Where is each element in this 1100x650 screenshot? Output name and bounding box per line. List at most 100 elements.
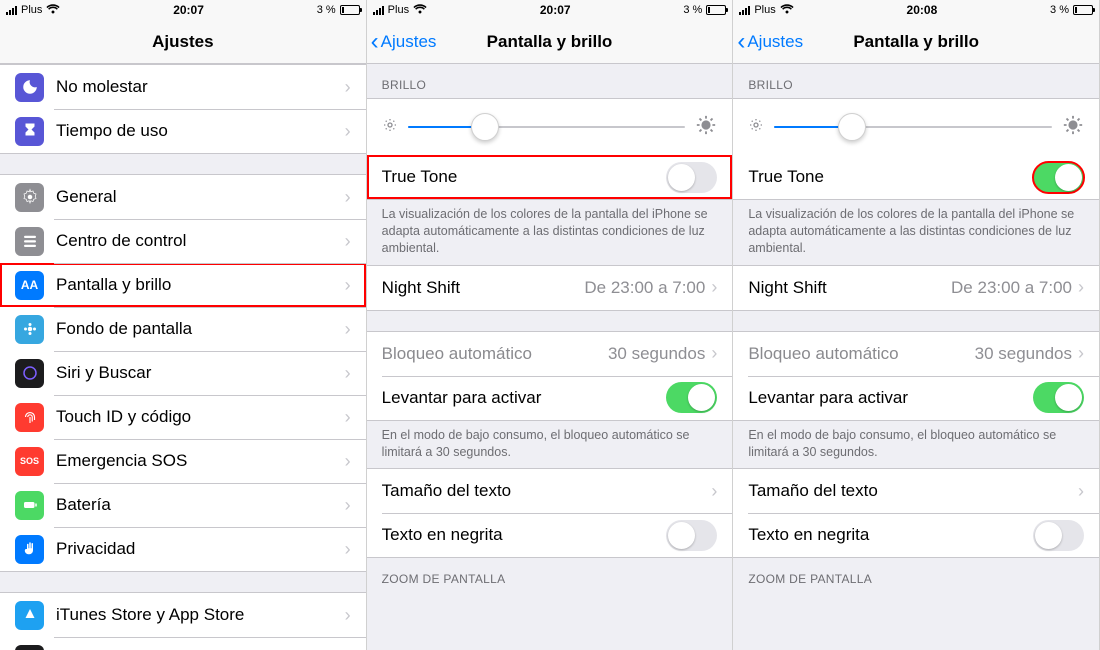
row-sos[interactable]: SOS Emergencia SOS › [0,439,366,483]
sun-small-icon [382,117,398,138]
siri-icon [15,359,44,388]
lowpower-footer: En el modo de bajo consumo, el bloqueo a… [733,421,1099,469]
section-header-zoom: ZOOM DE PANTALLA [367,558,733,592]
pane-display-off: Plus 20:07 3 % ‹ Ajustes Pantalla y bril… [367,0,734,650]
row-value: 30 segundos [975,344,1072,364]
battery-icon [340,5,360,15]
status-bar: Plus 20:07 3 % [0,0,366,20]
status-bar: Plus 20:07 3 % [367,0,733,20]
row-textsize[interactable]: Tamaño del texto › [367,469,733,513]
row-label: Touch ID y código [56,407,345,427]
chevron-right-icon: › [1078,481,1084,502]
signal-icon [373,6,384,15]
truetone-toggle[interactable] [666,162,717,193]
row-label: Tiempo de uso [56,121,345,141]
carrier: Plus [754,4,775,16]
bold-toggle[interactable] [1033,520,1084,551]
text-size-icon: AA [15,271,44,300]
row-label: Texto en negrita [748,525,1033,545]
row-privacy[interactable]: Privacidad › [0,527,366,571]
row-textsize[interactable]: Tamaño del texto › [733,469,1099,513]
chevron-right-icon: › [345,407,351,428]
section-header-zoom: ZOOM DE PANTALLA [733,558,1099,592]
row-autolock[interactable]: Bloqueo automático 30 segundos › [733,332,1099,376]
row-raise-to-wake[interactable]: Levantar para activar [367,376,733,420]
row-screentime[interactable]: Tiempo de uso › [0,109,366,153]
row-touchid[interactable]: Touch ID y código › [0,395,366,439]
chevron-right-icon: › [345,187,351,208]
wallet-icon [15,645,44,650]
fingerprint-icon [15,403,44,432]
section-header-brillo: BRILLO [733,64,1099,98]
row-wallpaper[interactable]: Fondo de pantalla › [0,307,366,351]
row-label: Night Shift [748,278,951,298]
row-label: True Tone [748,167,1033,187]
gear-icon [15,183,44,212]
row-label: Bloqueo automático [748,344,974,364]
carrier: Plus [21,4,42,16]
battery-pct: 3 % [317,4,336,16]
row-nightshift[interactable]: Night Shift De 23:00 a 7:00 › [733,266,1099,310]
row-nightshift[interactable]: Night Shift De 23:00 a 7:00 › [367,266,733,310]
wifi-icon [780,3,794,17]
back-label: Ajustes [747,32,803,52]
chevron-right-icon: › [345,319,351,340]
clock: 20:07 [173,3,204,17]
sun-large-icon [695,114,717,141]
battery-pct: 3 % [1050,4,1069,16]
row-raise-to-wake[interactable]: Levantar para activar [733,376,1099,420]
sos-icon: SOS [15,447,44,476]
row-wallet[interactable]: Wallet y Apple Pay › [0,637,366,650]
raise-toggle[interactable] [1033,382,1084,413]
row-control-center[interactable]: Centro de control › [0,219,366,263]
hand-icon [15,535,44,564]
row-label: Siri y Buscar [56,363,345,383]
row-label: Levantar para activar [748,388,1033,408]
page-title: Ajustes [0,32,366,52]
bold-toggle[interactable] [666,520,717,551]
row-label: Pantalla y brillo [56,275,345,295]
back-button[interactable]: ‹ Ajustes [367,30,437,54]
truetone-toggle[interactable] [1033,162,1084,193]
brightness-slider[interactable] [774,126,1052,128]
row-itunes[interactable]: iTunes Store y App Store › [0,593,366,637]
flower-icon [15,315,44,344]
brightness-slider-row [367,99,733,155]
row-battery[interactable]: Batería › [0,483,366,527]
chevron-right-icon: › [1078,343,1084,364]
row-label: Texto en negrita [382,525,667,545]
row-truetone[interactable]: True Tone [367,155,733,199]
row-value: De 23:00 a 7:00 [951,278,1072,298]
pane-display-on: Plus 20:08 3 % ‹ Ajustes Pantalla y bril… [733,0,1100,650]
row-label: Bloqueo automático [382,344,608,364]
row-label: General [56,187,345,207]
brightness-slider[interactable] [408,126,686,128]
wifi-icon [46,3,60,17]
sun-large-icon [1062,114,1084,141]
row-label: Night Shift [382,278,585,298]
back-label: Ajustes [381,32,437,52]
row-label: Tamaño del texto [748,481,1078,501]
back-button[interactable]: ‹ Ajustes [733,30,803,54]
row-boldtext[interactable]: Texto en negrita [733,513,1099,557]
nav-bar: Ajustes [0,20,366,64]
row-label: Batería [56,495,345,515]
sun-small-icon [748,117,764,138]
row-boldtext[interactable]: Texto en negrita [367,513,733,557]
row-display-brightness[interactable]: AA Pantalla y brillo › [0,263,366,307]
truetone-footer: La visualización de los colores de la pa… [367,200,733,265]
row-do-not-disturb[interactable]: No molestar › [0,65,366,109]
nav-bar: ‹ Ajustes Pantalla y brillo [733,20,1099,64]
moon-icon [15,73,44,102]
row-truetone[interactable]: True Tone [733,155,1099,199]
raise-toggle[interactable] [666,382,717,413]
row-siri[interactable]: Siri y Buscar › [0,351,366,395]
chevron-right-icon: › [345,231,351,252]
section-header-brillo: BRILLO [367,64,733,98]
carrier: Plus [388,4,409,16]
chevron-right-icon: › [345,605,351,626]
row-autolock[interactable]: Bloqueo automático 30 segundos › [367,332,733,376]
row-general[interactable]: General › [0,175,366,219]
chevron-right-icon: › [345,451,351,472]
battery-pct: 3 % [683,4,702,16]
